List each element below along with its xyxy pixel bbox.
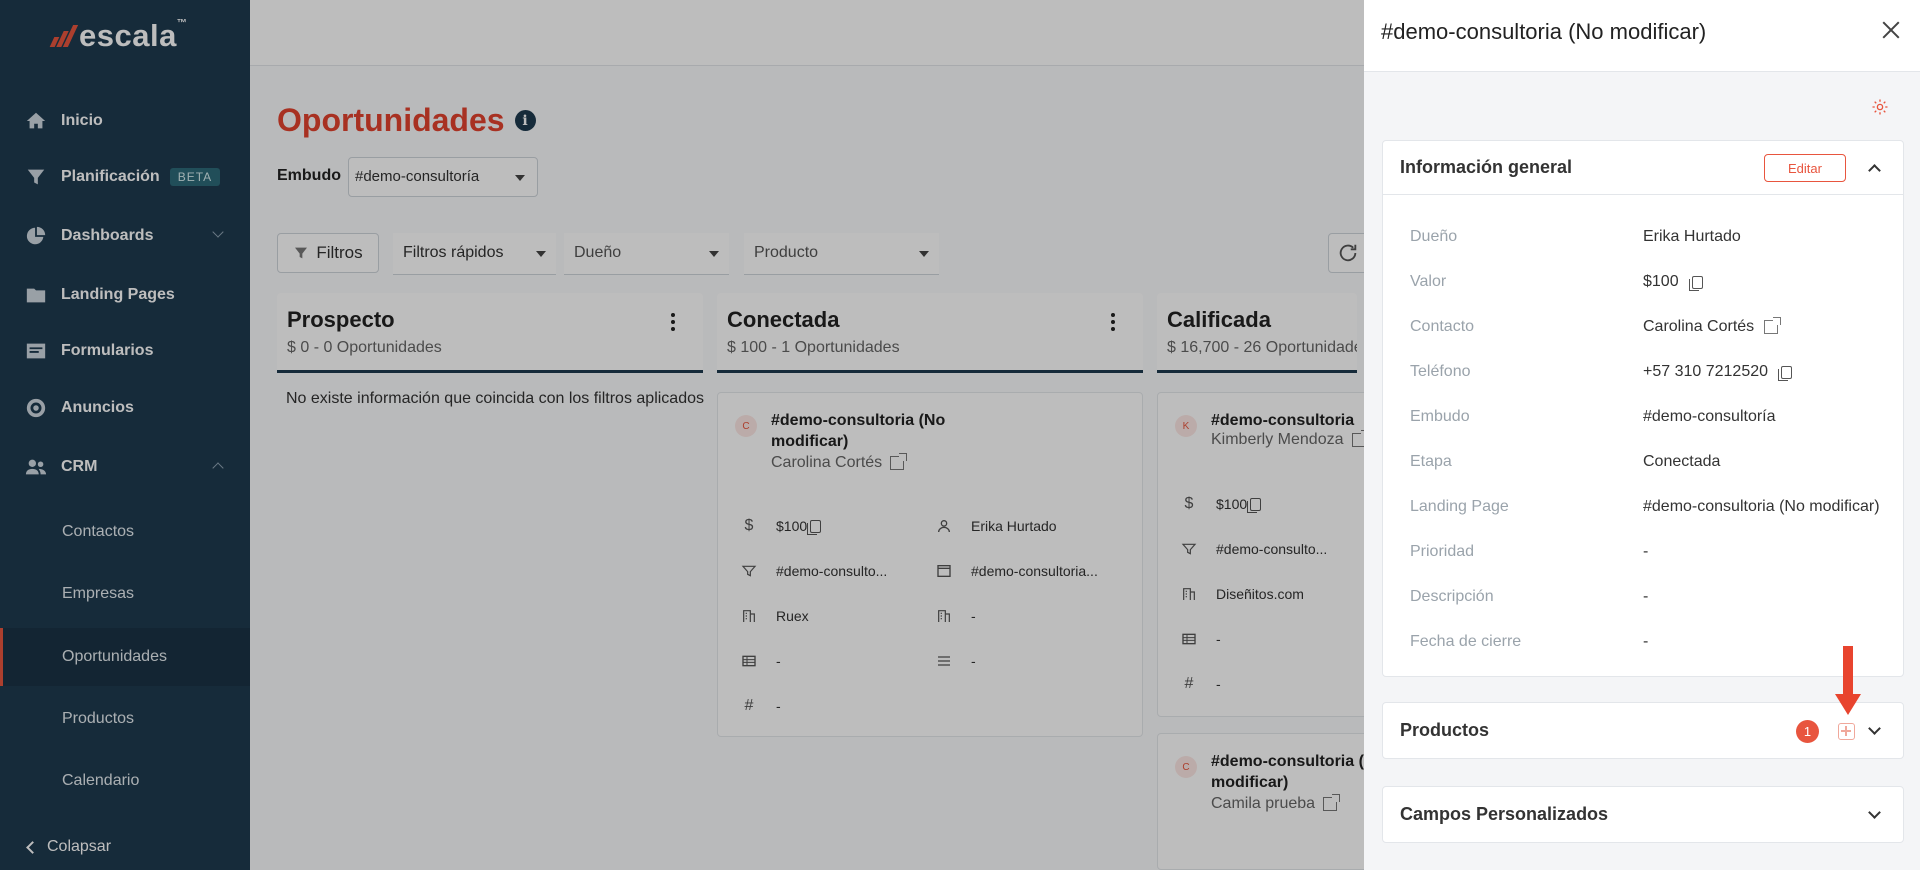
custom-fields-header[interactable]: Campos Personalizados bbox=[1383, 787, 1903, 841]
field-label-telefono: Teléfono bbox=[1410, 363, 1471, 380]
chevron-up-icon[interactable] bbox=[1868, 164, 1881, 177]
drawer-header: #demo-consultoria (No modificar) bbox=[1364, 0, 1920, 72]
general-info-panel: Información general Editar Dueño Erika H… bbox=[1382, 140, 1904, 677]
field-label-valor: Valor bbox=[1410, 273, 1447, 290]
drawer-title: #demo-consultoria (No modificar) bbox=[1381, 19, 1707, 44]
modal-backdrop[interactable] bbox=[0, 0, 1364, 870]
field-label-dueno: Dueño bbox=[1410, 228, 1458, 245]
add-product-button[interactable] bbox=[1838, 723, 1855, 740]
close-icon[interactable] bbox=[1882, 21, 1900, 39]
external-link-icon[interactable] bbox=[1764, 317, 1782, 334]
field-value-telefono: +57 310 7212520 bbox=[1643, 363, 1793, 381]
field-label-contacto: Contacto bbox=[1410, 318, 1475, 335]
annotation-arrow-icon bbox=[1835, 646, 1861, 715]
custom-fields-panel: Campos Personalizados bbox=[1382, 786, 1904, 843]
field-value-contacto[interactable]: Carolina Cortés bbox=[1643, 317, 1782, 336]
gear-icon[interactable] bbox=[1871, 98, 1889, 116]
copy-icon[interactable] bbox=[1688, 275, 1703, 291]
field-value-embudo: #demo-consultoría bbox=[1643, 408, 1776, 425]
field-label-prioridad: Prioridad bbox=[1410, 543, 1475, 560]
field-label-descripcion: Descripción bbox=[1410, 588, 1494, 605]
edit-button[interactable]: Editar bbox=[1764, 154, 1846, 182]
field-label-embudo: Embudo bbox=[1410, 408, 1470, 425]
products-panel: Productos 1 bbox=[1382, 702, 1904, 759]
field-value-dueno: Erika Hurtado bbox=[1643, 228, 1741, 245]
field-label-fecha-cierre: Fecha de cierre bbox=[1410, 633, 1522, 650]
field-label-landing-page: Landing Page bbox=[1410, 498, 1509, 515]
field-value-fecha-cierre: - bbox=[1643, 633, 1649, 650]
field-value-etapa: Conectada bbox=[1643, 453, 1721, 470]
field-value-descripcion: - bbox=[1643, 588, 1649, 605]
general-info-header[interactable]: Información general Editar bbox=[1383, 141, 1903, 195]
chevron-down-icon[interactable] bbox=[1868, 722, 1881, 735]
copy-icon[interactable] bbox=[1778, 365, 1793, 381]
field-value-prioridad: - bbox=[1643, 543, 1649, 560]
field-value-valor: $100 bbox=[1643, 273, 1703, 291]
field-label-etapa: Etapa bbox=[1410, 453, 1452, 470]
field-value-landing-page: #demo-consultoria (No modificar) bbox=[1643, 498, 1880, 515]
products-count-badge: 1 bbox=[1796, 720, 1819, 743]
chevron-down-icon[interactable] bbox=[1868, 806, 1881, 819]
products-header[interactable]: Productos 1 bbox=[1383, 703, 1903, 757]
